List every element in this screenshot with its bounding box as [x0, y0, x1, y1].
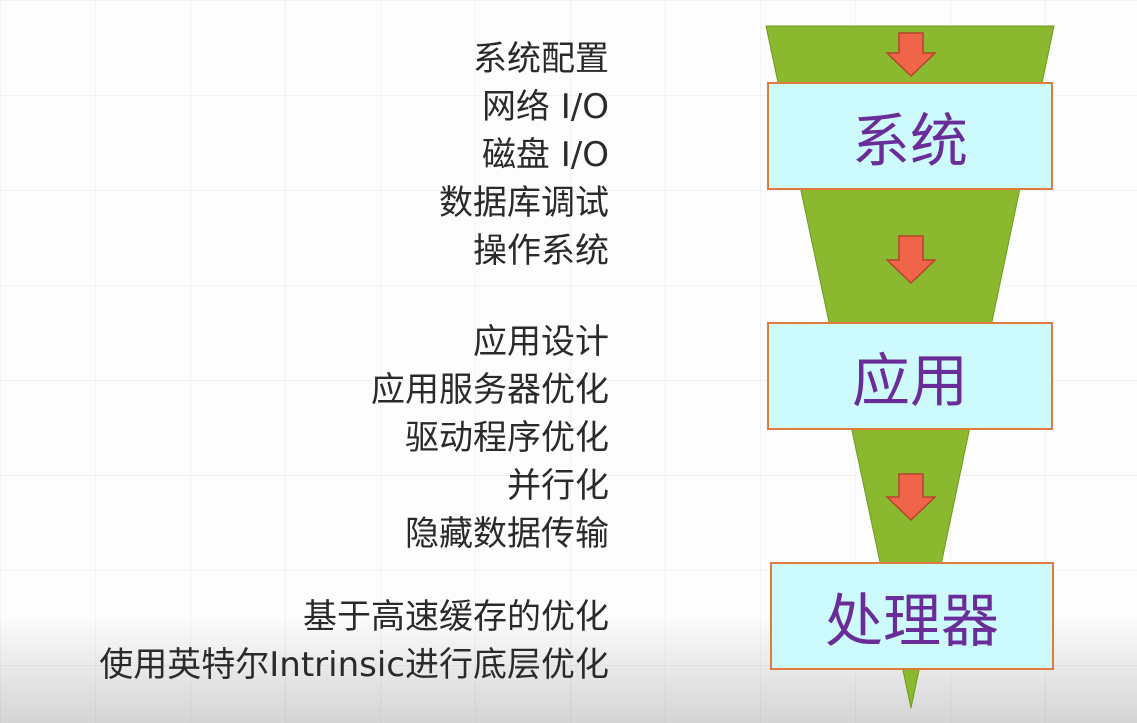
- list-item: 基于高速缓存的优化: [303, 597, 609, 637]
- layer-title: 处理器: [824, 587, 999, 655]
- list-item: 隐藏数据传输: [405, 514, 609, 554]
- list-item: 磁盘 I/O: [481, 135, 609, 175]
- layer-title: 应用: [851, 347, 968, 415]
- list-item: 网络 I/O: [481, 87, 609, 127]
- layer-title: 系统: [851, 107, 968, 175]
- list-item: 应用设计: [473, 322, 609, 362]
- list-item: 使用英特尔Intrinsic进行底层优化: [99, 645, 609, 685]
- layer-box-application: 应用: [767, 322, 1053, 430]
- list-item: 驱动程序优化: [405, 418, 609, 458]
- list-item: 并行化: [507, 466, 609, 506]
- system-items-list: 系统配置 网络 I/O 磁盘 I/O 数据库调试 操作系统: [439, 35, 609, 275]
- list-item: 系统配置: [473, 39, 609, 79]
- list-item: 操作系统: [473, 231, 609, 271]
- layer-box-system: 系统: [767, 82, 1053, 190]
- list-item: 数据库调试: [439, 183, 609, 223]
- processor-items-list: 基于高速缓存的优化 使用英特尔Intrinsic进行底层优化: [99, 593, 609, 689]
- list-item: 应用服务器优化: [371, 370, 609, 410]
- application-items-list: 应用设计 应用服务器优化 驱动程序优化 并行化 隐藏数据传输: [371, 318, 609, 558]
- layer-box-processor: 处理器: [770, 562, 1054, 670]
